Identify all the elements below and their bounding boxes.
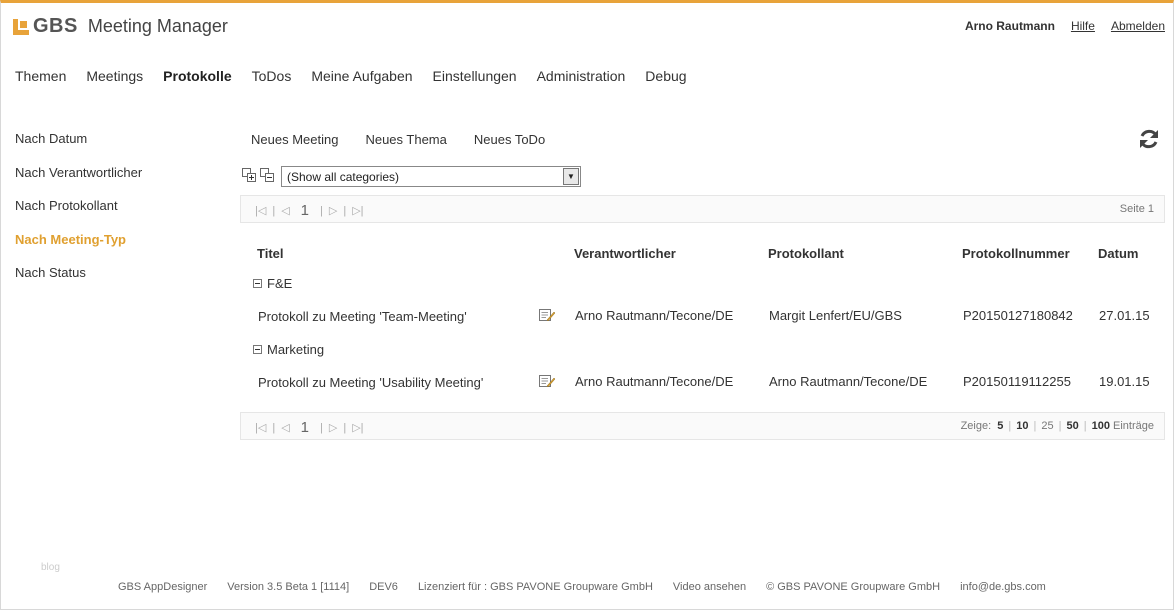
nav-themen[interactable]: Themen xyxy=(15,68,66,84)
app-logo: GBS Meeting Manager xyxy=(13,15,228,38)
group-header: Marketing xyxy=(253,342,324,357)
page-indicator: Seite 1 xyxy=(1119,203,1154,215)
collapse-group-icon[interactable] xyxy=(253,279,262,288)
nav-administration[interactable]: Administration xyxy=(537,68,626,84)
footer-copyright: © GBS PAVONE Groupware GmbH xyxy=(766,581,941,593)
footer: GBS AppDesigner Version 3.5 Beta 1 [1114… xyxy=(118,581,1046,593)
row-responsible: Arno Rautmann/Tecone/DE xyxy=(575,308,734,323)
row-date: 19.01.15 xyxy=(1099,374,1150,389)
sidebar-item-nach-verantwortlicher[interactable]: Nach Verantwortlicher xyxy=(15,165,142,199)
footer-version: Version 3.5 Beta 1 [1114] xyxy=(227,581,350,593)
watermark: blog xyxy=(41,562,60,573)
page-size-100[interactable]: 100 xyxy=(1092,420,1110,432)
help-link[interactable]: Hilfe xyxy=(1071,19,1095,33)
current-page: 1 xyxy=(300,202,309,219)
page-size-50[interactable]: 50 xyxy=(1066,420,1078,432)
sidebar-item-nach-protokollant[interactable]: Nach Protokollant xyxy=(15,198,142,232)
row-recorder: Arno Rautmann/Tecone/DE xyxy=(769,374,928,389)
first-page-icon[interactable]: |◁ xyxy=(255,421,266,434)
category-select[interactable]: (Show all categories) ▼ xyxy=(281,166,581,187)
footer-license: Lizenziert für : GBS PAVONE Groupware Gm… xyxy=(417,581,653,593)
expand-collapse-controls xyxy=(242,168,274,182)
group-name: F&E xyxy=(267,276,293,291)
pager-bottom: |◁ | ◁ 1 | ▷ | ▷| Zeige: 5 | 10 | 25 | 50 | 100 … xyxy=(240,412,1165,440)
collapse-group-icon[interactable] xyxy=(253,345,262,354)
sidebar-item-nach-datum[interactable]: Nach Datum xyxy=(15,131,142,165)
current-user: Arno Rautmann xyxy=(964,19,1055,33)
show-label: Zeige: xyxy=(960,420,992,432)
footer-env: DEV6 xyxy=(369,581,398,593)
column-header-date[interactable]: Datum xyxy=(1098,246,1138,261)
expand-all-icon[interactable] xyxy=(242,168,256,182)
group-name: Marketing xyxy=(267,342,325,357)
refresh-icon[interactable] xyxy=(1137,127,1161,151)
new-todo-button[interactable]: Neues ToDo xyxy=(474,132,545,147)
row-responsible: Arno Rautmann/Tecone/DE xyxy=(575,374,734,389)
sidebar-item-nach-meeting-typ[interactable]: Nach Meeting-Typ xyxy=(15,232,142,266)
dropdown-arrow-icon[interactable]: ▼ xyxy=(563,168,579,185)
page-size-selector: Zeige: 5 | 10 | 25 | 50 | 100 Einträge xyxy=(960,420,1154,432)
sidebar-item-nach-status[interactable]: Nach Status xyxy=(15,265,142,299)
edit-document-icon[interactable] xyxy=(539,374,556,388)
nav-todos[interactable]: ToDos xyxy=(252,68,292,84)
category-select-value: (Show all categories) xyxy=(287,170,400,184)
last-page-icon[interactable]: ▷| xyxy=(352,421,363,434)
group-header: F&E xyxy=(253,276,292,291)
action-bar: Neues Meeting Neues Thema Neues ToDo xyxy=(251,132,545,147)
row-number: P20150127180842 xyxy=(963,308,1073,323)
prev-page-icon[interactable]: ◁ xyxy=(281,421,289,434)
current-page: 1 xyxy=(300,419,309,436)
sidebar: Nach Datum Nach Verantwortlicher Nach Pr… xyxy=(15,131,142,299)
collapse-all-icon[interactable] xyxy=(260,168,274,182)
entries-label: Einträge xyxy=(1113,420,1154,432)
column-header-responsible[interactable]: Verantwortlicher xyxy=(574,246,676,261)
user-bar: Arno Rautmann Hilfe Abmelden xyxy=(965,19,1165,33)
pager-nav: |◁ | ◁ 1 | ▷ | ▷| xyxy=(255,419,364,436)
row-date: 27.01.15 xyxy=(1099,308,1150,323)
app-title: Meeting Manager xyxy=(87,16,228,36)
first-page-icon[interactable]: |◁ xyxy=(255,204,266,217)
video-link[interactable]: Video ansehen xyxy=(673,581,746,593)
gbs-logo-icon xyxy=(13,18,29,35)
footer-designer: GBS AppDesigner xyxy=(118,581,208,593)
nav-meine-aufgaben[interactable]: Meine Aufgaben xyxy=(311,68,412,84)
column-header-number[interactable]: Protokollnummer xyxy=(962,246,1070,261)
row-recorder: Margit Lenfert/EU/GBS xyxy=(769,308,902,323)
new-topic-button[interactable]: Neues Thema xyxy=(365,132,446,147)
last-page-icon[interactable]: ▷| xyxy=(352,204,363,217)
row-title-link[interactable]: Protokoll zu Meeting 'Team-Meeting' xyxy=(258,309,467,324)
row-number: P20150119112255 xyxy=(963,374,1071,389)
row-title-link[interactable]: Protokoll zu Meeting 'Usability Meeting' xyxy=(258,375,483,390)
logout-link[interactable]: Abmelden xyxy=(1111,19,1165,33)
main-nav: Themen Meetings Protokolle ToDos Meine A… xyxy=(15,68,687,84)
page-size-10[interactable]: 10 xyxy=(1016,420,1028,432)
next-page-icon[interactable]: ▷ xyxy=(329,204,337,217)
page-size-5[interactable]: 5 xyxy=(997,420,1003,432)
edit-document-icon[interactable] xyxy=(539,308,556,322)
column-header-recorder[interactable]: Protokollant xyxy=(768,246,844,261)
nav-debug[interactable]: Debug xyxy=(645,68,686,84)
page-size-25[interactable]: 25 xyxy=(1041,420,1053,432)
nav-protokolle[interactable]: Protokolle xyxy=(163,68,231,84)
email-link[interactable]: info@de.gbs.com xyxy=(960,581,1046,593)
new-meeting-button[interactable]: Neues Meeting xyxy=(251,132,338,147)
brand-name: GBS xyxy=(33,15,78,37)
next-page-icon[interactable]: ▷ xyxy=(329,421,337,434)
nav-einstellungen[interactable]: Einstellungen xyxy=(433,68,517,84)
pager-nav: |◁ | ◁ 1 | ▷ | ▷| xyxy=(255,202,364,219)
column-header-title[interactable]: Titel xyxy=(257,246,284,261)
pager-top: |◁ | ◁ 1 | ▷ | ▷| Seite 1 xyxy=(240,195,1165,223)
nav-meetings[interactable]: Meetings xyxy=(86,68,143,84)
prev-page-icon[interactable]: ◁ xyxy=(281,204,289,217)
